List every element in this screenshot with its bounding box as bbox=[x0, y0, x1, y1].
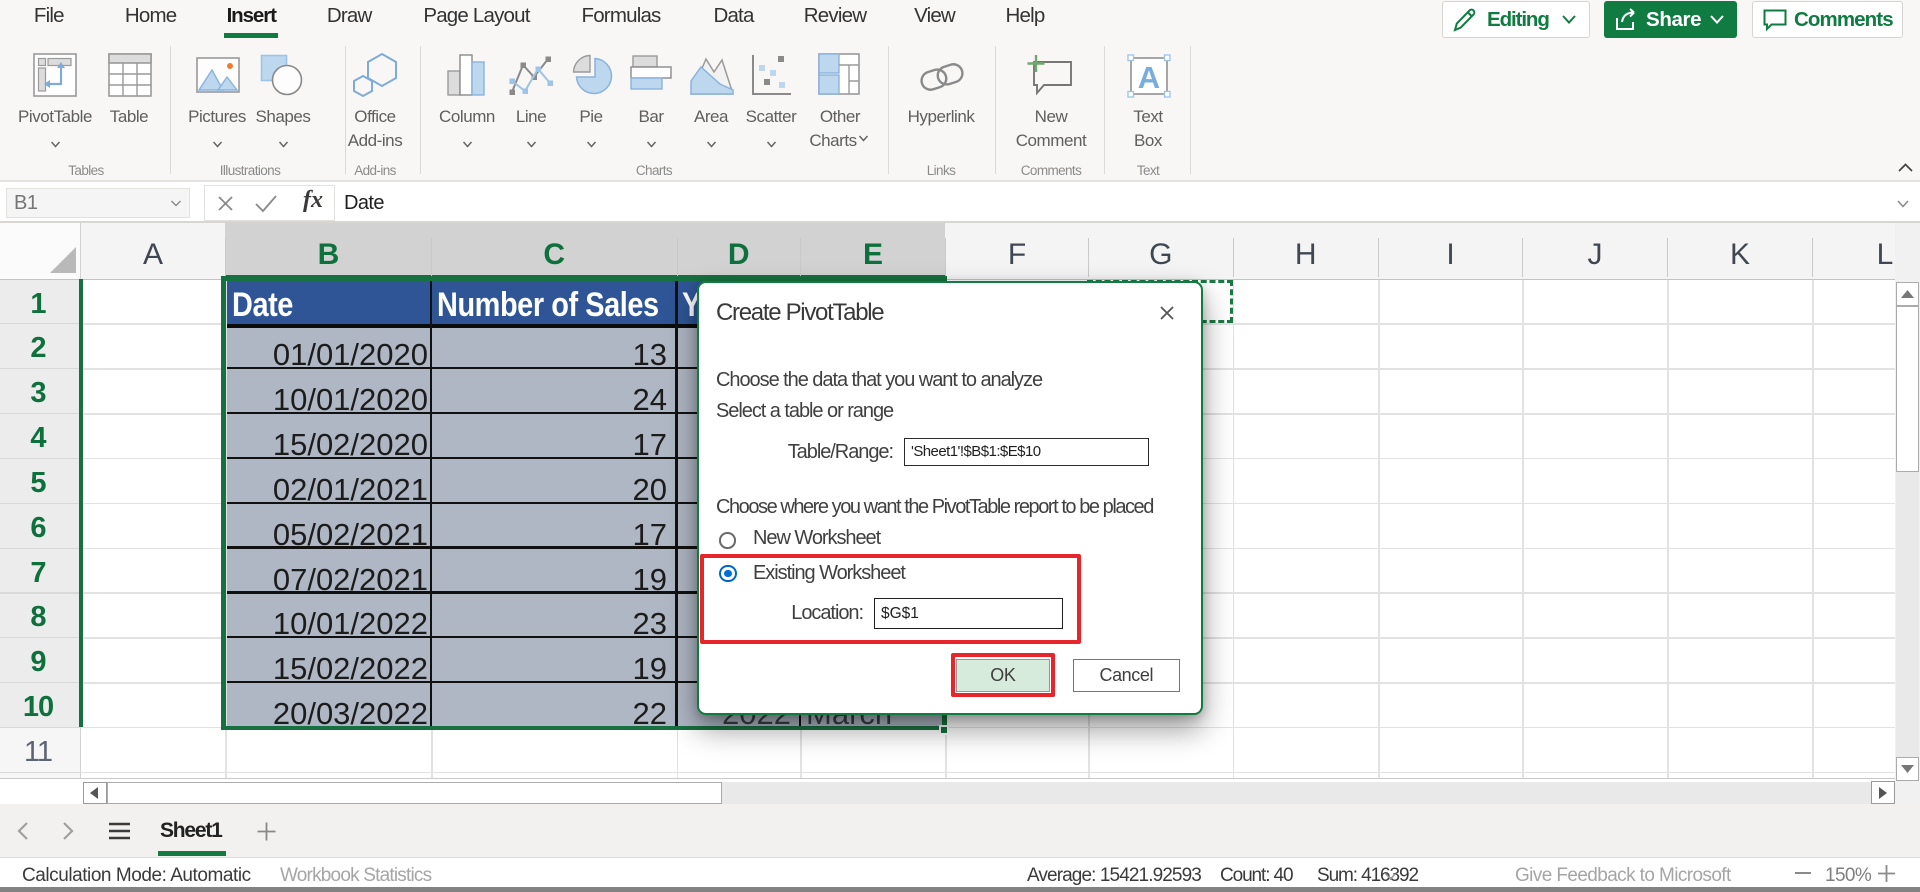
svg-text:A: A bbox=[1138, 60, 1160, 95]
